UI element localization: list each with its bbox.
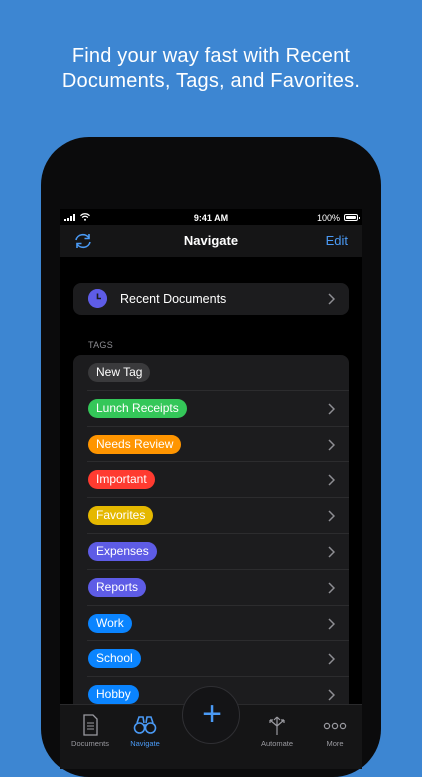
tag-row[interactable]: Needs Review xyxy=(73,427,349,463)
page-title: Navigate xyxy=(183,233,239,248)
tab-documents-label: Documents xyxy=(71,739,109,748)
tag-row[interactable]: Reports xyxy=(73,570,349,606)
tag-row[interactable]: Work xyxy=(73,606,349,642)
tag-pill: Hobby xyxy=(88,685,139,705)
chevron-right-icon xyxy=(328,439,335,451)
add-button[interactable]: + xyxy=(182,686,240,744)
chevron-right-icon xyxy=(328,510,335,522)
tab-more-label: More xyxy=(326,739,344,748)
chevron-right-icon xyxy=(328,582,335,594)
tab-documents[interactable]: Documents xyxy=(60,705,120,750)
tags-list: New Tag Lunch Receipts Needs Review Importa… xyxy=(73,355,349,735)
tag-pill: Work xyxy=(88,613,132,633)
tab-navigate[interactable]: Navigate xyxy=(115,705,175,750)
battery-icon xyxy=(344,214,360,221)
chevron-right-icon xyxy=(328,474,335,486)
chevron-right-icon xyxy=(328,689,335,701)
chevron-right-icon xyxy=(328,403,335,415)
tab-automate[interactable]: Automate xyxy=(247,705,307,750)
tab-more[interactable]: More xyxy=(305,705,362,750)
document-icon xyxy=(83,714,98,736)
binoculars-icon xyxy=(133,716,157,734)
navigate-content: Recent Documents TAGS New Tag Lunch Recei… xyxy=(60,257,362,735)
tag-pill: Expenses xyxy=(88,542,157,561)
promo-headline: Find your way fast with Recent Documents… xyxy=(0,44,422,94)
more-icon xyxy=(323,722,347,730)
tag-row[interactable]: Important xyxy=(73,462,349,499)
clock-icon xyxy=(88,289,107,308)
tag-pill: Favorites xyxy=(88,506,154,526)
tag-pill: Important xyxy=(88,470,155,490)
tab-automate-label: Automate xyxy=(260,739,294,748)
tag-pill: Lunch Receipts xyxy=(88,398,187,418)
battery-percent: 100% xyxy=(316,213,340,223)
status-bar: 9:41 AM 100% xyxy=(60,209,362,225)
chevron-right-icon xyxy=(328,293,335,305)
tag-pill: New Tag xyxy=(88,363,151,382)
chevron-right-icon xyxy=(328,546,335,558)
promo-line-2: Documents, Tags, and Favorites. xyxy=(61,70,361,92)
tag-row[interactable]: New Tag xyxy=(73,355,349,391)
app-screen: 9:41 AM 100% Navigate Edit Recent Docume… xyxy=(60,209,362,769)
automate-icon xyxy=(269,716,285,735)
tag-pill: School xyxy=(88,649,141,669)
tag-row[interactable]: Favorites xyxy=(73,498,349,534)
recent-documents-row[interactable]: Recent Documents xyxy=(73,283,349,315)
tag-row[interactable]: Lunch Receipts xyxy=(73,391,349,427)
chevron-right-icon xyxy=(328,618,335,630)
plus-icon: + xyxy=(202,695,222,733)
edit-button[interactable]: Edit xyxy=(326,233,348,248)
recent-documents-label: Recent Documents xyxy=(120,292,227,306)
tags-section-header: TAGS xyxy=(88,340,114,350)
tag-row[interactable]: School xyxy=(73,641,349,678)
nav-bar: Navigate Edit xyxy=(60,225,362,257)
chevron-right-icon xyxy=(328,653,335,665)
tag-row[interactable]: Expenses xyxy=(73,534,349,570)
tag-pill: Reports xyxy=(88,577,147,597)
tab-navigate-label: Navigate xyxy=(130,739,160,748)
promo-line-1: Find your way fast with Recent xyxy=(71,45,351,67)
tag-pill: Needs Review xyxy=(88,434,182,454)
